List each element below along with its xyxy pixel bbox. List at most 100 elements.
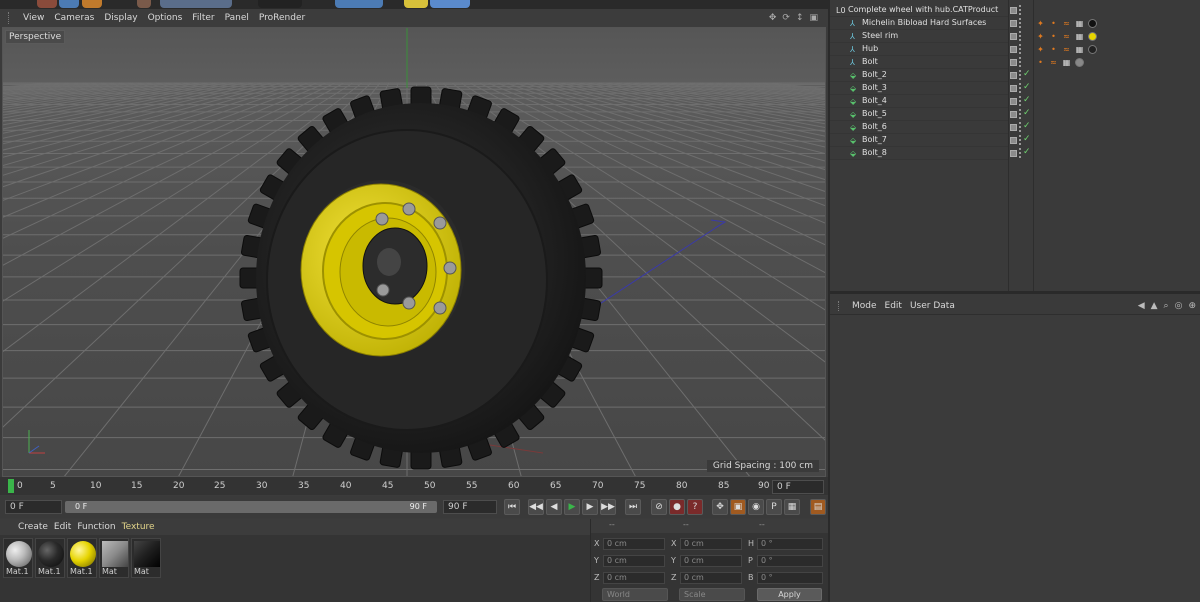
rotate-view-icon[interactable]: ⟳ xyxy=(782,13,790,23)
scale-x-field[interactable]: 0 cm xyxy=(680,538,742,550)
enabled-check-icon[interactable]: ✓ xyxy=(1023,69,1031,79)
pla-key-button[interactable]: ▦ xyxy=(784,499,800,515)
object-tag-icon[interactable]: • xyxy=(1049,32,1058,41)
object-tag-icon[interactable]: ▦ xyxy=(1075,45,1084,54)
toolbar-button[interactable] xyxy=(335,0,383,8)
material-tag-icon[interactable] xyxy=(1088,32,1097,41)
visibility-dots[interactable] xyxy=(1019,122,1022,132)
object-tag-icon[interactable]: ✦ xyxy=(1036,19,1045,28)
layer-swatch[interactable] xyxy=(1010,98,1017,105)
keyframe-selection-button[interactable]: ? xyxy=(687,499,703,515)
coordinate-mode-dropdown[interactable]: World xyxy=(602,588,668,601)
object-row[interactable]: ⬙ Bolt_3 xyxy=(830,82,1008,95)
maximize-view-icon[interactable]: ▣ xyxy=(809,13,818,23)
menu-function[interactable]: Function xyxy=(77,522,121,532)
menu-edit[interactable]: Edit xyxy=(885,301,910,311)
enabled-check-icon[interactable]: ✓ xyxy=(1023,82,1031,92)
hub-model[interactable] xyxy=(362,227,428,305)
menu-view[interactable]: View xyxy=(18,13,49,23)
object-row[interactable]: ⬙ Bolt_7 xyxy=(830,134,1008,147)
object-row[interactable]: ⬙ Bolt_4 xyxy=(830,95,1008,108)
object-tag-icon[interactable]: ≈ xyxy=(1062,45,1071,54)
previous-key-button[interactable]: ◀◀ xyxy=(528,499,544,515)
search-icon[interactable]: ⌕ xyxy=(1164,301,1169,311)
start-frame-field[interactable]: 0 F xyxy=(5,500,62,514)
layer-swatch[interactable] xyxy=(1010,150,1017,157)
menu-prorender[interactable]: ProRender xyxy=(254,13,310,23)
play-button[interactable]: ▶ xyxy=(564,499,580,515)
toolbar-button[interactable] xyxy=(160,0,232,8)
position-y-field[interactable]: 0 cm xyxy=(603,555,665,567)
material-thumbnail[interactable]: Mat.1 xyxy=(35,538,65,578)
object-row[interactable]: ⬙ Bolt_8 xyxy=(830,147,1008,160)
object-row[interactable]: ⅄ Steel rim xyxy=(830,30,1008,43)
rotation-b-field[interactable]: 0 ° xyxy=(757,572,823,584)
layer-swatch[interactable] xyxy=(1010,124,1017,131)
object-row[interactable]: ⅄ Hub xyxy=(830,43,1008,56)
toolbar-button[interactable] xyxy=(82,0,102,8)
layer-swatch[interactable] xyxy=(1010,59,1017,66)
visibility-dots[interactable] xyxy=(1019,18,1022,28)
back-arrow-icon[interactable]: ◀ xyxy=(1138,301,1145,311)
up-arrow-icon[interactable]: ▲ xyxy=(1151,301,1158,311)
object-row[interactable]: ⅄ Michelin Bibload Hard Surfaces xyxy=(830,17,1008,30)
visibility-dots[interactable] xyxy=(1019,5,1022,15)
material-tag-icon[interactable] xyxy=(1075,58,1084,67)
object-row[interactable]: ⬙ Bolt_5 xyxy=(830,108,1008,121)
lock-icon[interactable]: ◎ xyxy=(1175,301,1183,311)
rotation-h-field[interactable]: 0 ° xyxy=(757,538,823,550)
object-tag-icon[interactable]: ▦ xyxy=(1075,19,1084,28)
enabled-check-icon[interactable]: ✓ xyxy=(1023,95,1031,105)
scale-y-field[interactable]: 0 cm xyxy=(680,555,742,567)
layer-swatch[interactable] xyxy=(1010,111,1017,118)
next-key-button[interactable]: ▶▶ xyxy=(600,499,616,515)
layer-swatch[interactable] xyxy=(1010,137,1017,144)
perspective-viewport[interactable]: Perspective Grid Spacing : 100 cm xyxy=(2,27,826,477)
visibility-dots[interactable] xyxy=(1019,96,1022,106)
object-tag-icon[interactable]: • xyxy=(1049,45,1058,54)
visibility-dots[interactable] xyxy=(1019,44,1022,54)
menu-texture[interactable]: Texture xyxy=(122,522,161,532)
object-row[interactable]: ⅄ Bolt xyxy=(830,56,1008,69)
menu-filter[interactable]: Filter xyxy=(187,13,219,23)
layer-swatch[interactable] xyxy=(1010,72,1017,79)
move-view-icon[interactable]: ✥ xyxy=(769,13,777,23)
position-x-field[interactable]: 0 cm xyxy=(603,538,665,550)
end-frame-field[interactable]: 90 F xyxy=(443,500,497,514)
visibility-dots[interactable] xyxy=(1019,31,1022,41)
visibility-dots[interactable] xyxy=(1019,135,1022,145)
layer-swatch[interactable] xyxy=(1010,7,1017,14)
menu-edit[interactable]: Edit xyxy=(54,522,77,532)
scale-key-button[interactable]: ▣ xyxy=(730,499,746,515)
visibility-dots[interactable] xyxy=(1019,57,1022,67)
object-tag-icon[interactable]: ≈ xyxy=(1062,32,1071,41)
toolbar-button[interactable] xyxy=(430,0,470,8)
material-tag-icon[interactable] xyxy=(1088,45,1097,54)
frame-range-slider[interactable]: 0 F 90 F xyxy=(65,501,437,513)
menu-options[interactable]: Options xyxy=(143,13,188,23)
toolbar-button[interactable] xyxy=(37,0,57,8)
menu-cameras[interactable]: Cameras xyxy=(49,13,99,23)
param-key-button[interactable]: P xyxy=(766,499,782,515)
coordinate-type-dropdown[interactable]: Scale xyxy=(679,588,745,601)
material-thumbnail[interactable]: Mat xyxy=(99,538,129,578)
layer-swatch[interactable] xyxy=(1010,46,1017,53)
autokey-button[interactable]: ● xyxy=(669,499,685,515)
object-row[interactable]: L0 Complete wheel with hub.CATProduct xyxy=(830,4,1008,17)
layer-swatch[interactable] xyxy=(1010,85,1017,92)
menu-create[interactable]: Create xyxy=(18,522,54,532)
object-tag-icon[interactable]: ✦ xyxy=(1036,45,1045,54)
go-to-end-button[interactable]: ⏭ xyxy=(625,499,641,515)
apply-button[interactable]: Apply xyxy=(757,588,822,601)
object-tag-icon[interactable]: ▦ xyxy=(1075,32,1084,41)
timeline-settings-button[interactable]: ▤ xyxy=(810,499,826,515)
menu-display[interactable]: Display xyxy=(99,13,142,23)
material-thumbnail[interactable]: Mat.1 xyxy=(3,538,33,578)
previous-frame-button[interactable]: ◀ xyxy=(546,499,562,515)
go-to-start-button[interactable]: ⏮ xyxy=(504,499,520,515)
timeline-ruler[interactable]: 0 5 10 15 20 25 30 35 40 45 50 55 60 65 … xyxy=(0,477,828,495)
menu-user-data[interactable]: User Data xyxy=(910,301,963,311)
visibility-dots[interactable] xyxy=(1019,70,1022,80)
object-tag-icon[interactable]: ≈ xyxy=(1049,58,1058,67)
toolbar-button[interactable] xyxy=(258,0,302,8)
